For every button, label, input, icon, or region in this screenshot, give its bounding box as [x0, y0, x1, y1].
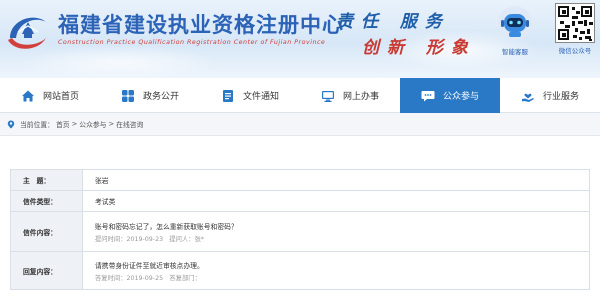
breadcrumb: 当前位置： 首页 > 公众参与 > 在线咨询 [7, 119, 143, 129]
nav-item-label: 网上办事 [342, 92, 379, 102]
content-value: 账号和密码忘记了，怎么重新获取账号和密码？ [95, 222, 238, 231]
breadcrumb-link-public-participation[interactable]: 公众参与 [79, 119, 106, 129]
type-label: 信件类型： [11, 191, 83, 211]
nav-item-label: 网站首页 [42, 92, 79, 102]
site-subtitle: Construction Practice Qualification Regi… [58, 39, 326, 46]
subject-value: 张岩 [95, 177, 109, 185]
nav-item-label: 政务公开 [142, 92, 179, 102]
smart-service-label: 智能客服 [502, 48, 528, 56]
grid-icon [121, 89, 134, 102]
monitor-icon [321, 90, 334, 102]
nav-item-public-participation[interactable]: 公众参与 [400, 78, 500, 113]
nav-item-online-services[interactable]: 网上办事 [300, 78, 400, 113]
main-nav: 网站首页 政务公开 文件通知 网上办事 公众参与 行业服务 [0, 78, 600, 113]
breadcrumb-separator: > [71, 120, 78, 128]
nav-item-label: 公众参与 [442, 92, 479, 102]
table-row-content: 信件内容： 账号和密码忘记了，怎么重新获取账号和密码？ 提问时间：2019-09… [10, 212, 590, 252]
content-label: 信件内容： [11, 212, 83, 251]
wechat-qr[interactable]: 微信公众号 [552, 3, 598, 69]
nav-item-label: 文件通知 [242, 92, 279, 102]
content-meta: 提问时间：2019-09-23 提问人：张* [95, 235, 205, 243]
site-title: 福建省建设执业资格注册中心 [58, 12, 344, 37]
breadcrumb-bar: 当前位置： 首页 > 公众参与 > 在线咨询 [0, 113, 600, 136]
wechat-label: 微信公众号 [558, 47, 592, 55]
slogan-line-1: 责任 服务 [336, 12, 450, 32]
nav-item-government-affairs[interactable]: 政务公开 [100, 78, 200, 113]
slogan-line-2: 创新 形象 [362, 38, 476, 58]
reply-label: 回复内容： [11, 252, 83, 289]
reply-meta: 答复时间：2019-09-25 答复部门： [95, 274, 201, 282]
hand-heart-icon [521, 93, 534, 102]
reply-value: 请携带身份证件至就近审核点办理。 [95, 261, 204, 270]
breadcrumb-separator: > [108, 120, 115, 128]
table-row-subject: 主 题： 张岩 [10, 169, 590, 191]
type-value: 考试类 [95, 198, 116, 206]
nav-item-notices[interactable]: 文件通知 [200, 78, 300, 113]
table-row-type: 信件类型： 考试类 [10, 191, 590, 212]
robot-icon [498, 6, 532, 40]
smart-service-button[interactable]: 智能客服 [491, 4, 539, 64]
header-banner: 福建省建设执业资格注册中心 Construction Practice Qual… [0, 0, 600, 78]
nav-item-home[interactable]: 网站首页 [0, 78, 100, 113]
consultation-detail-table: 主 题： 张岩 信件类型： 考试类 信件内容： 账号和密码忘记了，怎么重新获取账… [10, 169, 590, 290]
table-row-reply: 回复内容： 请携带身份证件至就近审核点办理。 答复时间：2019-09-25 答… [10, 252, 590, 290]
banner-decoration [20, 45, 220, 78]
subject-label: 主 题： [11, 170, 83, 190]
location-pin-icon [7, 120, 15, 128]
nav-item-label: 行业服务 [542, 92, 579, 102]
breadcrumb-link-home[interactable]: 首页 [56, 119, 70, 129]
chat-icon [421, 90, 435, 101]
document-icon [222, 89, 233, 102]
nav-item-industry-services[interactable]: 行业服务 [500, 78, 600, 113]
breadcrumb-prefix: 当前位置： [20, 121, 54, 129]
home-icon [21, 90, 34, 101]
site-logo-icon[interactable] [4, 8, 50, 52]
breadcrumb-current[interactable]: 在线咨询 [116, 119, 143, 129]
qr-code-icon [555, 3, 595, 43]
